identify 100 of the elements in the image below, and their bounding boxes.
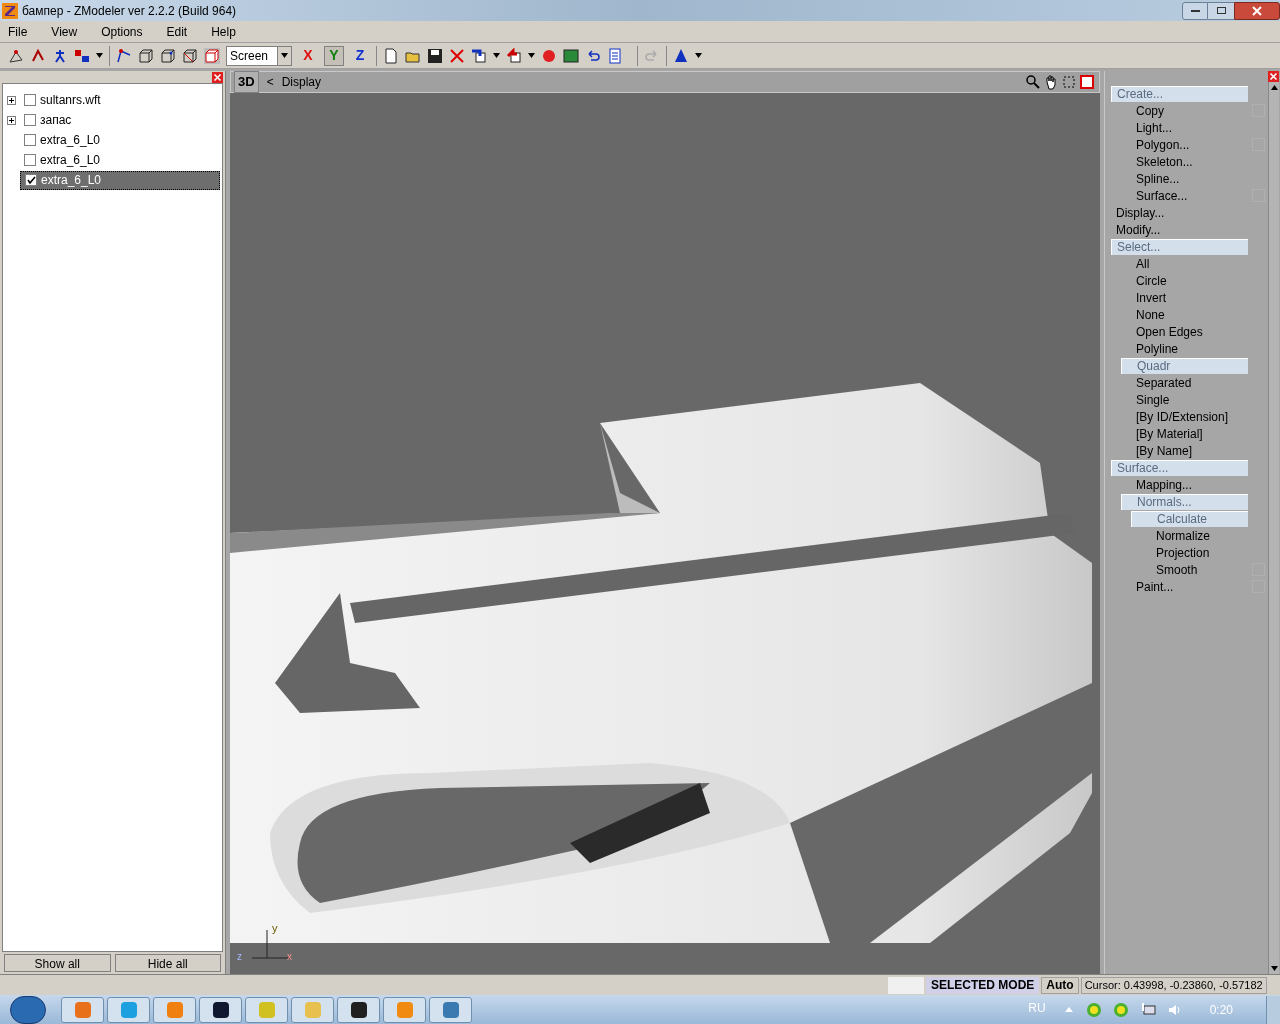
command-item[interactable]: Copy bbox=[1121, 102, 1248, 119]
cone-icon[interactable] bbox=[673, 47, 689, 64]
view-mode-button[interactable]: 3D bbox=[234, 71, 259, 93]
command-item[interactable]: [By ID/Extension] bbox=[1121, 408, 1248, 425]
close-icon bbox=[1252, 5, 1262, 16]
tree-item[interactable]: extra_6_L0 bbox=[20, 130, 220, 150]
dropdown-arrow-icon[interactable] bbox=[528, 53, 535, 58]
command-item[interactable]: Open Edges bbox=[1121, 323, 1248, 340]
scroll-up-icon[interactable] bbox=[1270, 85, 1278, 90]
axis-button[interactable]: Z bbox=[350, 45, 370, 66]
cube-icon[interactable] bbox=[182, 47, 198, 64]
command-item[interactable]: Calculate bbox=[1131, 510, 1248, 527]
tree-item[interactable]: запас bbox=[20, 110, 220, 130]
document-icon[interactable] bbox=[607, 47, 623, 64]
command-item[interactable]: Invert bbox=[1121, 289, 1248, 306]
import-icon[interactable] bbox=[471, 47, 487, 64]
status-cursor: Cursor: 0.43998, -0.23860, -0.57182 bbox=[1080, 976, 1267, 994]
command-item[interactable]: Single bbox=[1121, 391, 1248, 408]
new-file-icon[interactable] bbox=[383, 47, 399, 64]
hand-icon[interactable] bbox=[1043, 74, 1059, 90]
command-item[interactable]: Quadr bbox=[1121, 357, 1248, 374]
tree-checkbox[interactable] bbox=[25, 174, 37, 186]
command-item[interactable]: Separated bbox=[1121, 374, 1248, 391]
tree-checkbox[interactable] bbox=[24, 134, 36, 146]
maximize-viewport-icon[interactable] bbox=[1079, 74, 1095, 90]
dropdown-arrow-icon[interactable] bbox=[96, 53, 103, 58]
command-item[interactable]: None bbox=[1121, 306, 1248, 323]
command-item[interactable]: [By Name] bbox=[1121, 442, 1248, 459]
cube-icon[interactable] bbox=[138, 47, 154, 64]
command-item[interactable]: Light... bbox=[1121, 119, 1248, 136]
close-panel-button[interactable] bbox=[212, 71, 223, 83]
command-item[interactable]: Smooth bbox=[1131, 561, 1248, 578]
command-item[interactable]: [By Material] bbox=[1121, 425, 1248, 442]
panel-button[interactable]: Show all bbox=[4, 954, 111, 972]
window-title: бампер - ZModeler ver 2.2.2 (Build 964) bbox=[22, 2, 237, 20]
tree-item[interactable]: extra_6_L0 bbox=[20, 150, 220, 170]
axis-label: z bbox=[237, 950, 242, 964]
minimize-button[interactable] bbox=[1182, 1, 1208, 20]
command-item[interactable]: Skeleton... bbox=[1121, 153, 1248, 170]
tree-checkbox[interactable] bbox=[24, 114, 36, 126]
tree-checkbox[interactable] bbox=[24, 154, 36, 166]
scrollbar[interactable] bbox=[1268, 82, 1279, 974]
tree-item[interactable]: sultanrs.wft bbox=[20, 90, 220, 110]
expand-toggle[interactable] bbox=[7, 95, 16, 105]
command-item[interactable]: Circle bbox=[1121, 272, 1248, 289]
tree-checkbox[interactable] bbox=[24, 94, 36, 106]
app-logo-icon bbox=[2, 2, 18, 19]
maximize-button[interactable] bbox=[1208, 1, 1234, 20]
command-item[interactable]: Polygon... bbox=[1121, 136, 1248, 153]
command-item[interactable]: Select... bbox=[1111, 238, 1248, 255]
command-item[interactable]: Paint... bbox=[1121, 578, 1248, 595]
dropdown-arrow-icon[interactable] bbox=[695, 53, 702, 58]
start-button[interactable] bbox=[10, 995, 46, 1024]
menu-item[interactable]: View bbox=[47, 22, 82, 41]
command-item[interactable]: Modify... bbox=[1111, 221, 1248, 238]
tree-item[interactable]: extra_6_L0 bbox=[20, 170, 220, 190]
menu-item[interactable]: File bbox=[4, 22, 32, 41]
objects-icon[interactable] bbox=[74, 47, 90, 64]
command-item[interactable]: Polyline bbox=[1121, 340, 1248, 357]
image-icon[interactable] bbox=[563, 47, 579, 64]
cube-icon[interactable] bbox=[204, 47, 220, 64]
undo-icon[interactable] bbox=[585, 47, 601, 64]
viewport-title: Display bbox=[281, 74, 321, 91]
figure-icon[interactable] bbox=[52, 47, 68, 64]
command-item[interactable]: Projection bbox=[1131, 544, 1248, 561]
command-item[interactable]: Surface... bbox=[1111, 459, 1248, 476]
menu-item[interactable]: Edit bbox=[162, 22, 192, 41]
back-button[interactable]: < bbox=[266, 73, 274, 91]
dropdown-arrow-icon[interactable] bbox=[281, 53, 288, 58]
delete-icon[interactable] bbox=[449, 47, 465, 64]
save-icon[interactable] bbox=[427, 47, 443, 64]
command-item[interactable]: Mapping... bbox=[1121, 476, 1248, 493]
network-icon[interactable] bbox=[1139, 1001, 1156, 1018]
command-item[interactable]: Create... bbox=[1111, 85, 1248, 102]
scroll-down-icon[interactable] bbox=[1270, 966, 1278, 971]
command-item[interactable]: Normalize bbox=[1131, 527, 1248, 544]
command-item[interactable]: Normals... bbox=[1121, 493, 1248, 510]
status-field bbox=[888, 976, 924, 994]
menu-item[interactable]: Help bbox=[207, 22, 240, 41]
close-panel-button[interactable] bbox=[1268, 71, 1279, 82]
command-item[interactable]: Display... bbox=[1111, 204, 1248, 221]
cube-icon[interactable] bbox=[160, 47, 176, 64]
command-item[interactable]: All bbox=[1121, 255, 1248, 272]
space-dropdown[interactable]: Screen bbox=[226, 45, 292, 66]
expand-toggle[interactable] bbox=[7, 115, 16, 125]
command-item[interactable]: Spline... bbox=[1121, 170, 1248, 187]
search-icon[interactable] bbox=[1025, 74, 1041, 90]
lines-icon[interactable] bbox=[116, 47, 132, 64]
command-item[interactable]: Surface... bbox=[1121, 187, 1248, 204]
close-button[interactable] bbox=[1234, 1, 1280, 20]
vertex-tool-icon[interactable] bbox=[8, 47, 24, 64]
axis-label: y bbox=[272, 923, 278, 934]
sphere-icon[interactable] bbox=[541, 47, 557, 64]
edge-tool-icon[interactable] bbox=[30, 47, 46, 64]
export-icon[interactable] bbox=[506, 47, 522, 64]
panel-button[interactable]: Hide all bbox=[114, 954, 221, 972]
menu-item[interactable]: Options bbox=[97, 22, 147, 41]
viewport-canvas[interactable]: y z x bbox=[230, 93, 1100, 974]
status-mode: SELECTED MODE bbox=[926, 976, 1040, 994]
dropdown-arrow-icon[interactable] bbox=[493, 53, 500, 58]
